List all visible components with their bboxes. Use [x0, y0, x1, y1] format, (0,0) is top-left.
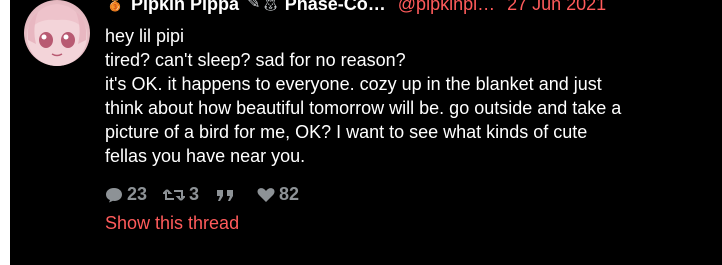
- like-count: 82: [279, 184, 300, 204]
- quote-button[interactable]: [215, 187, 241, 203]
- tweet-text-line: picture of a bird for me, OK? I want to …: [105, 122, 588, 142]
- tweet-text-line: tired? can't sleep? sad for no reason?: [105, 50, 406, 70]
- show-thread-link[interactable]: Show this thread: [105, 213, 715, 234]
- tweet-card: 🥉 Pipkin Pippa ✎︎🐰︎ Phase-Co… @pipkinpi……: [10, 0, 722, 265]
- tweet-text: hey lil pipi tired? can't sleep? sad for…: [105, 24, 715, 168]
- tweet-text-line: hey lil pipi: [105, 26, 185, 46]
- user-handle[interactable]: @pipkinpi…: [398, 0, 495, 16]
- retweet-icon: [163, 188, 186, 201]
- tweet-text-line: fellas you have near you.: [105, 146, 306, 166]
- display-name[interactable]: Pipkin Pippa: [131, 0, 239, 16]
- quote-icon: [217, 189, 234, 201]
- reply-count: 23: [127, 184, 148, 204]
- bunny-emoji-icon: ✎︎🐰︎: [247, 0, 281, 12]
- tweet-text-line: it's OK. it happens to everyone. cozy up…: [105, 74, 602, 94]
- reply-button[interactable]: 23: [105, 184, 147, 205]
- tweet-header: 🥉 Pipkin Pippa ✎︎🐰︎ Phase-Co… @pipkinpi……: [105, 0, 715, 16]
- avatar[interactable]: [24, 0, 90, 66]
- tweet-actions: 23 3 82: [105, 184, 715, 205]
- tweet-date[interactable]: 27 Jun 2021: [507, 0, 606, 16]
- avatar-image: [27, 4, 87, 66]
- display-name-suffix[interactable]: Phase-Co…: [285, 0, 386, 16]
- tweet-text-line: think about how beautiful tomorrow will …: [105, 98, 622, 118]
- retweet-button[interactable]: 3: [163, 184, 199, 205]
- reply-icon: [106, 187, 122, 202]
- heart-icon: [257, 187, 275, 202]
- retweet-count: 3: [189, 184, 200, 204]
- medal-icon: 🥉: [105, 0, 125, 12]
- like-button[interactable]: 82: [257, 184, 299, 205]
